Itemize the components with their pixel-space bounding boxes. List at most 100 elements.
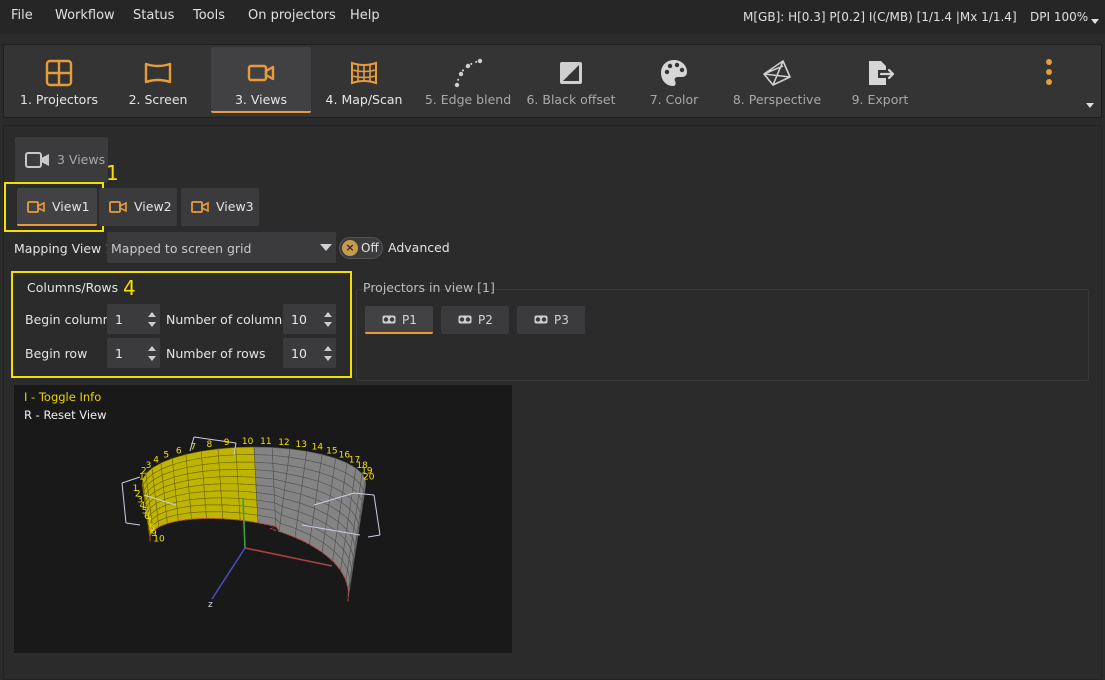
number-of-columns-stepper[interactable]: 10 (283, 304, 336, 334)
column-number-label: 10 (242, 437, 254, 447)
menu-on-projectors[interactable]: On projectors (248, 8, 336, 23)
tool-screen[interactable]: 2. Screen (108, 47, 208, 113)
screen-mesh-scene: z 1234 5 6 7 8 9 10 11 12 13 14 15 16171819201234567… (121, 436, 381, 610)
mesh-cell (218, 454, 237, 464)
edge-blend-icon (454, 58, 483, 88)
increment-icon[interactable] (148, 346, 156, 351)
advanced-label: Advanced (388, 240, 450, 255)
tool-label: 3. Views (234, 92, 288, 107)
projector-label: P1 (402, 313, 417, 327)
increment-icon[interactable] (324, 346, 332, 351)
number-of-rows-stepper[interactable]: 10 (283, 338, 336, 368)
projector-label: P3 (554, 313, 569, 327)
chevron-down-icon (1091, 19, 1100, 24)
hint-reset-view: R - Reset View (24, 408, 107, 422)
views-count-label: 3 Views (57, 152, 106, 167)
mesh-cell (236, 461, 256, 471)
projectors-in-view-title: Projectors in view [1] (363, 280, 495, 295)
tool-label: 2. Screen (128, 92, 188, 107)
annotation-number-4: 4 (123, 276, 136, 300)
mesh-cell (253, 446, 273, 456)
decrement-icon[interactable] (324, 356, 332, 361)
decrement-icon[interactable] (324, 322, 332, 327)
increment-icon[interactable] (148, 312, 156, 317)
tool-black-offset[interactable]: 6. Black offset (521, 47, 621, 113)
mesh-cell (204, 490, 222, 499)
perspective-icon (763, 60, 791, 86)
mapping-view-label: Mapping View 1 (14, 241, 114, 256)
mesh-cell (237, 476, 257, 486)
advanced-toggle[interactable]: × Off (339, 237, 383, 259)
frustum-line (367, 534, 381, 538)
begin-column-stepper[interactable]: 1 (107, 304, 160, 334)
tool-views[interactable]: 3. Views (211, 47, 311, 113)
frustum-line (121, 482, 127, 524)
mesh-cell (235, 454, 256, 463)
tool-export[interactable]: 9. Export (830, 47, 930, 113)
decrement-icon[interactable] (148, 356, 156, 361)
tool-label: 7. Color (649, 92, 699, 107)
frustum-line (121, 476, 141, 484)
tab-view1[interactable]: View1 (17, 188, 97, 226)
mesh-cell (236, 468, 256, 478)
mesh-cell (204, 497, 223, 506)
3d-viewport[interactable]: z 1 2 3 4 5 6 7 8 9 10 11 12 13 14 15 16 17 18 19 20 1 2 3 4 5 6 7… (14, 385, 512, 653)
tool-label: 8. Perspective (732, 92, 822, 107)
increment-icon[interactable] (324, 312, 332, 317)
column-number-label: 15 (326, 446, 337, 456)
mesh-cell (220, 483, 239, 492)
frustum-line (193, 436, 237, 444)
projector-p2-button[interactable]: P2 (441, 306, 509, 334)
menu-workflow[interactable]: Workflow (55, 8, 115, 23)
screen-icon (144, 62, 172, 84)
tab-view2[interactable]: View2 (99, 188, 177, 226)
projector-p1-button[interactable]: P1 (365, 306, 433, 334)
tool-projectors[interactable]: 1. Projectors (9, 47, 109, 113)
column-number-label: 12 (278, 438, 289, 448)
columns-rows-title: Columns/Rows (27, 280, 119, 295)
column-number-label: 9 (224, 438, 230, 448)
menu-tools[interactable]: Tools (193, 8, 225, 23)
projector-icon (382, 315, 396, 324)
menu-file[interactable]: File (11, 8, 33, 23)
menu-bar: File Workflow Status Tools On projectors… (0, 0, 1105, 34)
more-vertical-icon[interactable] (1038, 57, 1060, 91)
begin-row-label: Begin row (25, 346, 88, 361)
close-icon: × (342, 240, 358, 256)
mesh-cell (218, 461, 238, 471)
number-of-columns-label: Number of columns (166, 312, 289, 327)
annotation-number-1: 1 (106, 161, 119, 185)
begin-row-stepper[interactable]: 1 (107, 338, 160, 368)
toolbar-overflow-chevron-icon[interactable] (1086, 103, 1094, 108)
column-number-label: 7 (190, 443, 196, 453)
export-icon (869, 61, 895, 85)
decrement-icon[interactable] (148, 322, 156, 327)
tool-perspective[interactable]: 8. Perspective (727, 47, 827, 113)
mesh-cell (205, 511, 224, 520)
column-number-label: 8 (207, 440, 213, 450)
camera-icon (247, 64, 275, 82)
camera-icon (27, 201, 45, 213)
tab-view3[interactable]: View3 (181, 188, 259, 226)
number-of-rows-value: 10 (291, 346, 307, 361)
column-number-label: 5 (163, 451, 169, 461)
mesh-cell (190, 511, 207, 520)
tool-color[interactable]: 7. Color (624, 47, 724, 113)
column-number-label: 13 (296, 440, 307, 450)
begin-column-label: Begin column (25, 312, 111, 327)
mesh-cell (254, 454, 274, 464)
mesh-cell (190, 504, 207, 514)
hint-toggle-info: I - Toggle Info (24, 390, 102, 404)
dpi-dropdown[interactable]: DPI 100% (1030, 10, 1100, 24)
tool-map-scan[interactable]: 4. Map/Scan (314, 47, 414, 113)
projector-p3-button[interactable]: P3 (517, 306, 585, 334)
tab-label: View2 (134, 199, 172, 214)
views-count-button[interactable]: 3 Views (15, 137, 108, 183)
menu-status[interactable]: Status (133, 8, 174, 23)
menu-help[interactable]: Help (350, 8, 380, 23)
projector-icon (458, 315, 472, 324)
black-offset-icon (560, 62, 582, 84)
tool-edge-blend[interactable]: 5. Edge blend (418, 47, 518, 113)
mapping-mode-select[interactable]: Mapped to screen grid (107, 232, 336, 263)
row-number-label: 10 (153, 535, 165, 545)
